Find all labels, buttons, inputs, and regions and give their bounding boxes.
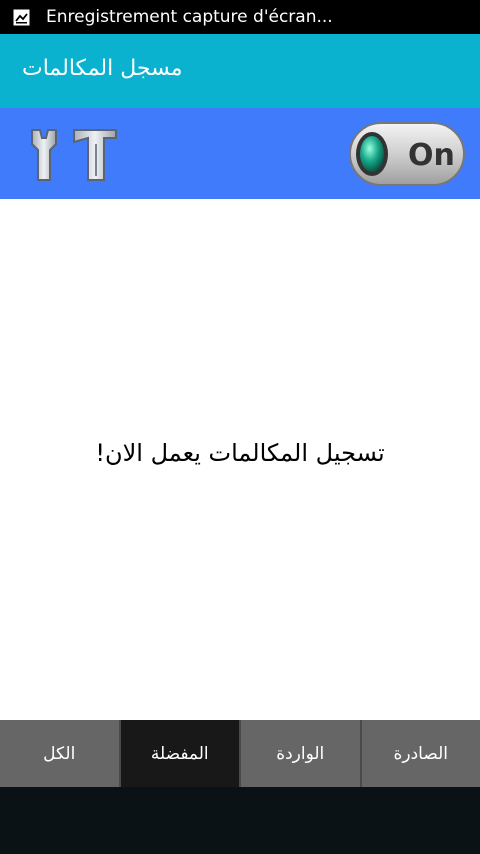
notification-text: Enregistrement capture d'écran... [46, 7, 333, 27]
tab-incoming[interactable]: الواردة [241, 720, 362, 787]
recording-status-message: تسجيل المكالمات يعمل الان! [95, 439, 385, 467]
screen-record-icon [13, 9, 30, 26]
main-content: تسجيل المكالمات يعمل الان! [0, 199, 480, 720]
status-bar: Enregistrement capture d'écran... [0, 0, 480, 34]
tab-label: المفضلة [150, 743, 209, 764]
status-led-icon [360, 136, 384, 172]
tab-favorites[interactable]: المفضلة [120, 720, 241, 787]
app-bar: مسجل المكالمات [0, 34, 480, 108]
tab-label: الكل [43, 743, 76, 764]
tab-outgoing[interactable]: الصادرة [361, 720, 480, 787]
tools-icon[interactable] [26, 124, 120, 186]
recording-toggle[interactable]: On [348, 121, 466, 187]
tab-bar: الكل المفضلة الواردة الصادرة [0, 720, 480, 787]
tab-label: الواردة [276, 743, 325, 764]
tab-all[interactable]: الكل [0, 720, 121, 787]
tab-label: الصادرة [393, 743, 448, 764]
app-title: مسجل المكالمات [22, 56, 183, 81]
toggle-label: On [408, 138, 455, 173]
navigation-bar [0, 787, 480, 854]
